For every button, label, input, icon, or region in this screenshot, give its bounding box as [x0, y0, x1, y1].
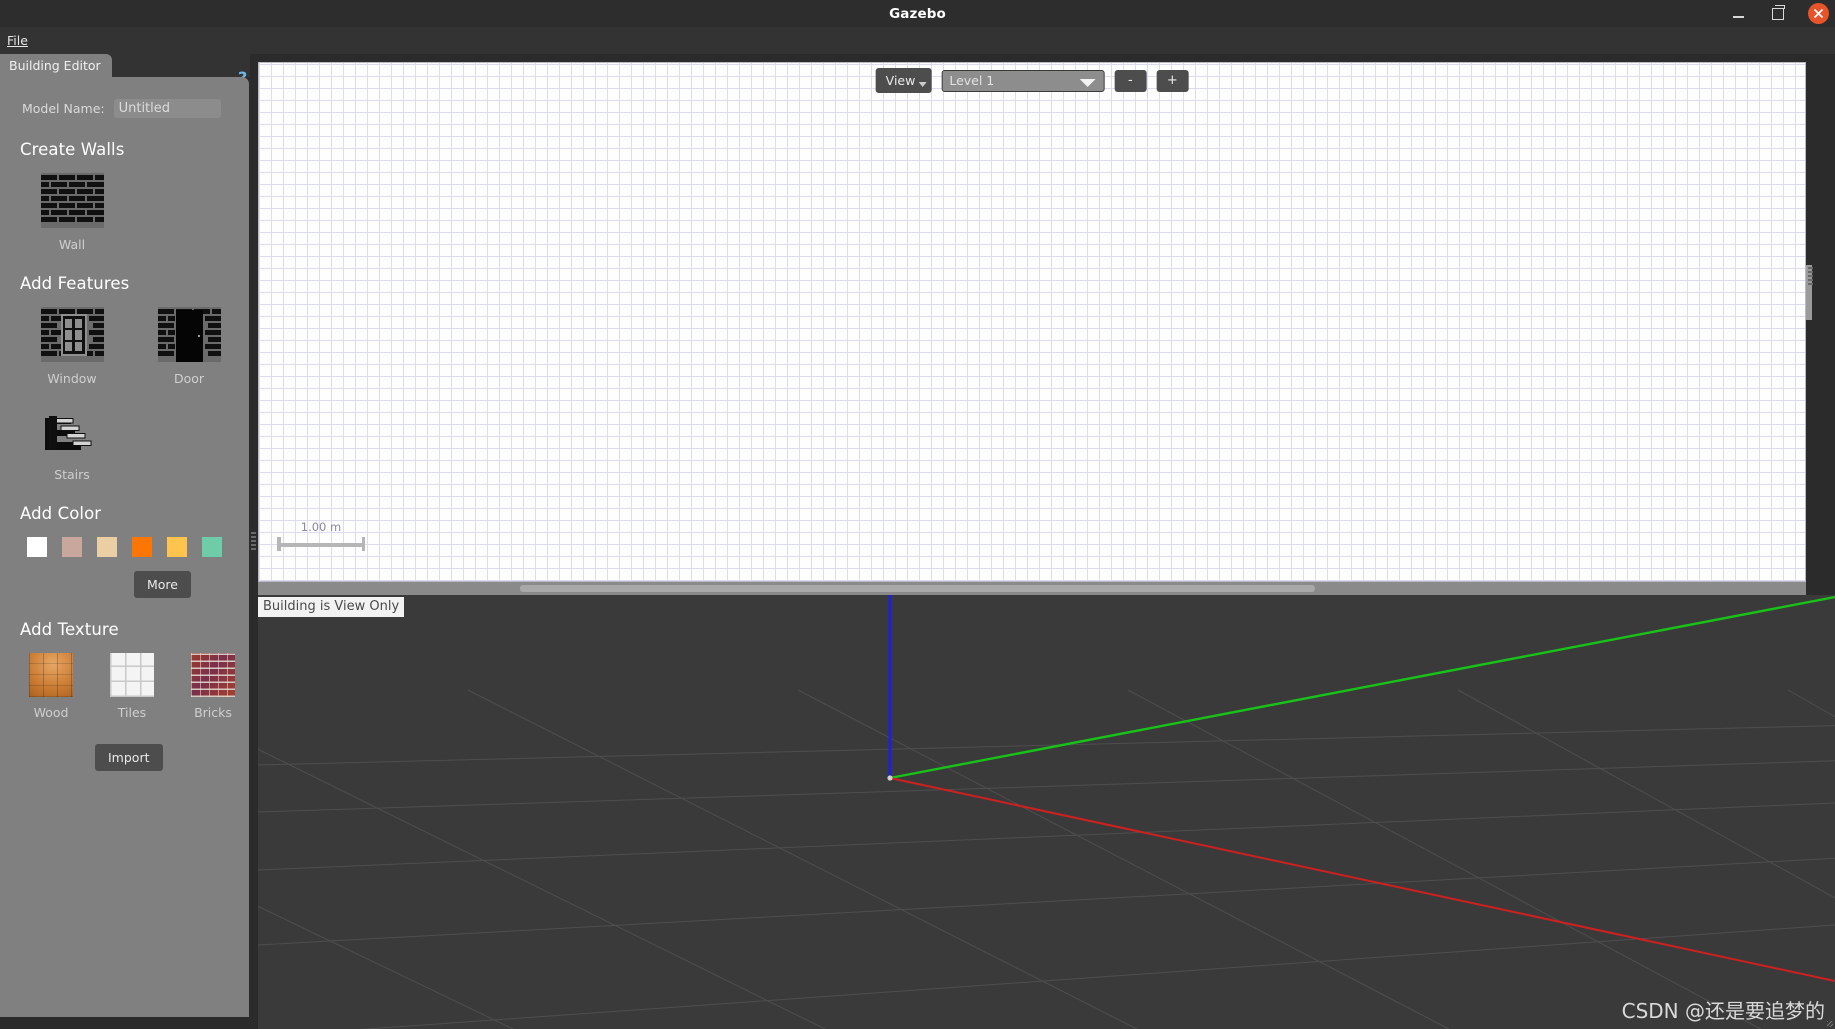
- more-colors-button[interactable]: More: [134, 571, 191, 598]
- window-controls: [1728, 0, 1829, 27]
- color-swatch-dusty-rose[interactable]: [62, 537, 82, 557]
- menubar: File: [0, 27, 1835, 54]
- gazebo-window: Gazebo File Building Editor ? Model Na: [0, 0, 1835, 1029]
- add-features-items-2: Stairs: [36, 410, 249, 482]
- section-title-add-color: Add Color: [20, 504, 102, 523]
- texture-wood-label: Wood: [33, 705, 69, 720]
- editor-2d-grid: [259, 63, 1805, 581]
- texture-tiles-label: Tiles: [117, 705, 147, 720]
- tool-door-label: Door: [173, 371, 205, 386]
- origin-marker: [887, 775, 893, 781]
- color-swatch-wheat-tan[interactable]: [97, 537, 117, 557]
- close-icon: [1813, 8, 1824, 19]
- texture-tiles[interactable]: Tiles: [103, 653, 161, 720]
- building-editor-panel: Model Name: Create Walls: [0, 77, 249, 1017]
- minimize-button[interactable]: [1728, 4, 1748, 24]
- view-menu-button[interactable]: View: [875, 68, 932, 93]
- tool-wall-label: Wall: [58, 237, 86, 252]
- panel-tabstrip: Building Editor: [0, 54, 250, 77]
- titlebar: Gazebo: [0, 0, 1835, 27]
- door-knob-icon: [197, 335, 200, 337]
- create-walls-items: Wall: [36, 173, 249, 252]
- wall-brick-icon: [40, 173, 104, 228]
- tool-window-label: Window: [47, 371, 97, 386]
- editor-2d-horizontal-scrollbar[interactable]: [258, 582, 1806, 595]
- color-swatch-orange[interactable]: [132, 537, 152, 557]
- level-select[interactable]: Level 1: [941, 69, 1105, 92]
- bricks-texture-icon: [191, 653, 235, 697]
- color-swatch-mint-green[interactable]: [202, 537, 222, 557]
- tool-wall[interactable]: Wall: [36, 173, 108, 252]
- maximize-button[interactable]: [1768, 4, 1788, 24]
- scale-bar: 1.00 m: [277, 520, 365, 551]
- resize-grip[interactable]: [1827, 1021, 1833, 1027]
- section-title-create-walls: Create Walls: [20, 140, 125, 159]
- level-select-value: Level 1: [949, 73, 995, 88]
- tool-stairs[interactable]: Stairs: [36, 410, 108, 482]
- model-name-row: Model Name:: [22, 99, 249, 118]
- door-icon: [157, 307, 221, 362]
- texture-bricks-label: Bricks: [194, 705, 232, 720]
- watermark-text: CSDN @还是要追梦的: [1621, 999, 1825, 1023]
- more-colors-row: More: [0, 571, 191, 598]
- menu-item-file[interactable]: File: [0, 31, 36, 50]
- editor-2d-horizontal-scroll-thumb[interactable]: [520, 585, 1315, 592]
- tab-building-editor[interactable]: Building Editor: [0, 54, 112, 77]
- tiles-texture-icon: [110, 653, 154, 697]
- editor-2d-view[interactable]: View Level 1 - + 1.00 m: [258, 62, 1806, 582]
- stairs-icon: [44, 416, 91, 450]
- scale-bar-line: [277, 537, 365, 551]
- texture-wood[interactable]: Wood: [22, 653, 80, 720]
- window-pane-grid: [60, 314, 87, 356]
- editor-2d-toolbar: View Level 1 - +: [875, 68, 1189, 93]
- minimize-icon: [1732, 15, 1744, 18]
- tool-door[interactable]: Door: [153, 307, 225, 386]
- section-title-add-texture: Add Texture: [20, 620, 119, 639]
- color-swatches: [27, 537, 249, 557]
- add-features-items: Window Door: [36, 307, 249, 386]
- color-swatch-white[interactable]: [27, 537, 47, 557]
- viewport-3d-scene: [258, 595, 1835, 1029]
- panel-splitter-handle[interactable]: [251, 530, 256, 550]
- level-add-button[interactable]: +: [1156, 69, 1189, 92]
- texture-bricks[interactable]: Bricks: [184, 653, 242, 720]
- texture-items: Wood Tiles Bricks: [22, 653, 249, 720]
- viewport-3d[interactable]: CSDN @还是要追梦的: [258, 595, 1835, 1029]
- color-swatch-amber[interactable]: [167, 537, 187, 557]
- window-title: Gazebo: [889, 5, 946, 22]
- scale-bar-label: 1.00 m: [300, 520, 342, 534]
- model-name-label: Model Name:: [22, 101, 105, 116]
- editor-2d-vertical-scroll-grip[interactable]: [1808, 265, 1813, 285]
- menu-item-file-label: File: [7, 33, 28, 48]
- import-row: Import: [95, 744, 249, 771]
- tool-window[interactable]: Window: [36, 307, 108, 386]
- close-button[interactable]: [1808, 3, 1829, 24]
- maximize-icon: [1772, 5, 1785, 20]
- status-badge: Building is View Only: [258, 597, 405, 617]
- section-title-add-features: Add Features: [20, 274, 130, 293]
- import-button[interactable]: Import: [95, 744, 163, 771]
- view-menu-label: View: [885, 73, 916, 88]
- door-panel: [175, 310, 203, 362]
- tool-stairs-label: Stairs: [54, 467, 90, 482]
- model-name-input[interactable]: [113, 99, 221, 118]
- wood-texture-icon: [29, 653, 73, 697]
- window-icon: [40, 307, 104, 362]
- level-remove-button[interactable]: -: [1114, 69, 1147, 92]
